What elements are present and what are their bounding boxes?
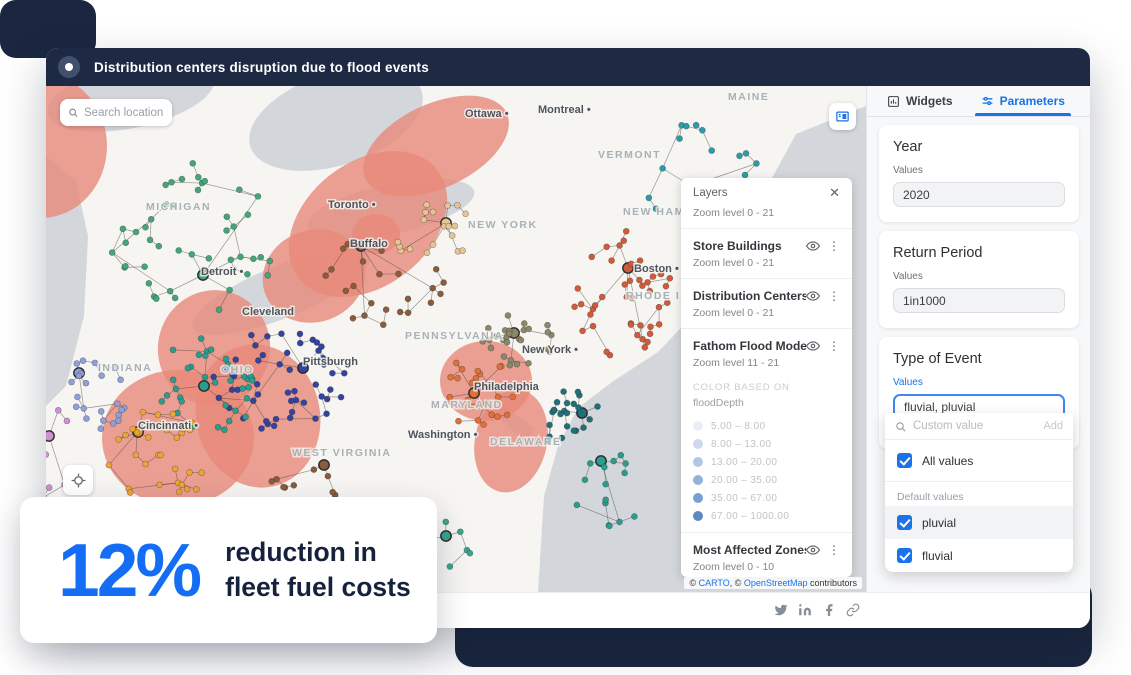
svg-text:INDIANA: INDIANA: [98, 362, 152, 374]
svg-text:MAINE: MAINE: [728, 91, 769, 103]
color-based-on-label: COLOR BASED ON: [681, 378, 852, 395]
legend-item: 35.00 – 67.00: [681, 489, 852, 507]
add-button[interactable]: Add: [1043, 420, 1063, 432]
twitter-icon[interactable]: [774, 603, 788, 617]
svg-text:Detroit •: Detroit •: [201, 266, 244, 278]
layer-zoom-range: Zoom level 0 - 10: [681, 559, 852, 577]
svg-text:MICHIGAN: MICHIGAN: [146, 201, 211, 213]
checkbox-checked[interactable]: [897, 548, 912, 563]
legend-item: 8.00 – 13.00: [681, 435, 852, 453]
layer-zoom-range: Zoom level 11 - 21: [681, 355, 852, 378]
page: Distribution centers disruption due to f…: [0, 0, 1131, 675]
svg-text:Toronto •: Toronto •: [328, 199, 376, 211]
app-logo-icon: [58, 56, 80, 78]
legend-item: 13.00 – 20.00: [681, 453, 852, 471]
return-period-value-input[interactable]: [893, 288, 1065, 313]
tab-widgets[interactable]: Widgets: [887, 86, 953, 116]
svg-text:Cleveland: Cleveland: [242, 306, 294, 318]
option-fluvial[interactable]: fluvial: [885, 539, 1073, 572]
layer-item-most-affected-zones[interactable]: Most Affected Zones ⋮: [681, 533, 852, 559]
svg-text:NEW YORK: NEW YORK: [468, 219, 538, 231]
visibility-eye-icon[interactable]: [806, 339, 820, 353]
layer-options-kebab-icon[interactable]: ⋮: [826, 240, 842, 252]
layer-zoom-range: Zoom level 0 - 21: [681, 205, 852, 228]
layer-item-store-buildings[interactable]: Store Buildings ⋮: [681, 229, 852, 255]
type-of-event-dropdown: Add All values Default values pluvial fl…: [885, 413, 1073, 572]
visibility-eye-icon[interactable]: [806, 543, 820, 557]
svg-text:OHIO: OHIO: [221, 364, 254, 376]
svg-text:PENNSYLVANIA: PENNSYLVANIA: [405, 330, 504, 342]
map-view-toggle-button[interactable]: [829, 103, 856, 130]
legend-item: 20.00 – 35.00: [681, 471, 852, 489]
layer-options-kebab-icon[interactable]: ⋮: [826, 290, 842, 302]
svg-text:VERMONT: VERMONT: [598, 149, 661, 161]
stat-value: 12%: [58, 533, 199, 608]
svg-text:WEST VIRGINIA: WEST VIRGINIA: [292, 447, 391, 459]
layer-zoom-range: Zoom level 0 - 21: [681, 255, 852, 278]
svg-text:DELAWARE: DELAWARE: [490, 436, 562, 448]
parameter-title: Return Period: [893, 245, 1065, 261]
search-box[interactable]: [60, 99, 172, 126]
search-icon: [68, 107, 78, 118]
right-sidebar: Widgets Parameters Year Values Return Pe…: [866, 86, 1090, 592]
parameter-card-year: Year Values: [879, 125, 1079, 222]
linkedin-icon[interactable]: [798, 603, 812, 617]
legend-item: 5.00 – 8.00: [681, 417, 852, 435]
title-bar: Distribution centers disruption due to f…: [46, 48, 1090, 86]
svg-text:Ottawa •: Ottawa •: [465, 108, 509, 120]
crosshair-icon: [71, 473, 86, 488]
sidebar-tabs: Widgets Parameters: [867, 86, 1090, 117]
checkbox-checked[interactable]: [897, 515, 912, 530]
tab-parameters[interactable]: Parameters: [981, 86, 1065, 116]
geolocate-button[interactable]: [63, 465, 93, 495]
parameter-title: Type of Event: [893, 351, 1065, 367]
default-values-label: Default values: [885, 482, 1073, 506]
search-icon: [895, 421, 906, 432]
custom-value-input[interactable]: [913, 420, 1036, 432]
openstreetmap-link[interactable]: OpenStreetMap: [744, 578, 808, 588]
svg-text:Montreal •: Montreal •: [538, 104, 591, 116]
layer-item-fathom-flood-model[interactable]: Fathom Flood Model ⋮: [681, 329, 852, 355]
svg-text:Washington •: Washington •: [408, 429, 478, 441]
stat-card: 12% reduction infleet fuel costs: [20, 497, 437, 643]
values-label: Values: [893, 165, 1065, 176]
layers-panel: Layers ✕ Zoom level 0 - 21 Store Buildin…: [681, 178, 852, 577]
option-pluvial[interactable]: pluvial: [885, 506, 1073, 539]
map-panel-icon: [835, 109, 850, 124]
visibility-eye-icon[interactable]: [806, 289, 820, 303]
facebook-icon[interactable]: [822, 603, 836, 617]
share-link-icon[interactable]: [846, 603, 860, 617]
parameter-card-return-period: Return Period Values: [879, 231, 1079, 328]
checkbox-checked[interactable]: [897, 453, 912, 468]
all-values-option[interactable]: All values: [885, 440, 1073, 482]
widgets-icon: [887, 95, 900, 108]
layers-panel-title: Layers: [693, 187, 728, 199]
values-label: Values: [893, 271, 1065, 282]
svg-text:Philadelphia: Philadelphia: [474, 381, 540, 393]
values-label: Values: [893, 377, 1065, 388]
visibility-eye-icon[interactable]: [806, 239, 820, 253]
layer-zoom-range: Zoom level 0 - 21: [681, 305, 852, 328]
svg-text:Boston •: Boston •: [634, 263, 679, 275]
stat-description: reduction infleet fuel costs: [225, 535, 411, 605]
svg-text:Cincinnati •: Cincinnati •: [138, 420, 198, 432]
sliders-icon: [981, 95, 994, 108]
year-value-input[interactable]: [893, 182, 1065, 207]
layer-options-kebab-icon[interactable]: ⋮: [826, 340, 842, 352]
carto-link[interactable]: CARTO: [699, 578, 730, 588]
page-title: Distribution centers disruption due to f…: [94, 60, 429, 75]
svg-text:MARYLAND: MARYLAND: [431, 399, 503, 411]
svg-text:Pittsburgh: Pittsburgh: [303, 356, 358, 368]
search-input[interactable]: [84, 107, 164, 119]
layer-item-distribution-centers[interactable]: Distribution Centers B... ⋮: [681, 279, 852, 305]
map-attribution: © CARTO, © OpenStreetMap contributors: [684, 577, 862, 589]
legend-item: 67.00 – 1000.00: [681, 507, 852, 525]
parameter-title: Year: [893, 139, 1065, 155]
svg-text:New York •: New York •: [522, 344, 578, 356]
color-field-name: floodDepth: [681, 395, 852, 417]
layer-options-kebab-icon[interactable]: ⋮: [826, 544, 842, 556]
svg-text:Buffalo: Buffalo: [350, 238, 388, 250]
close-icon[interactable]: ✕: [829, 186, 840, 199]
